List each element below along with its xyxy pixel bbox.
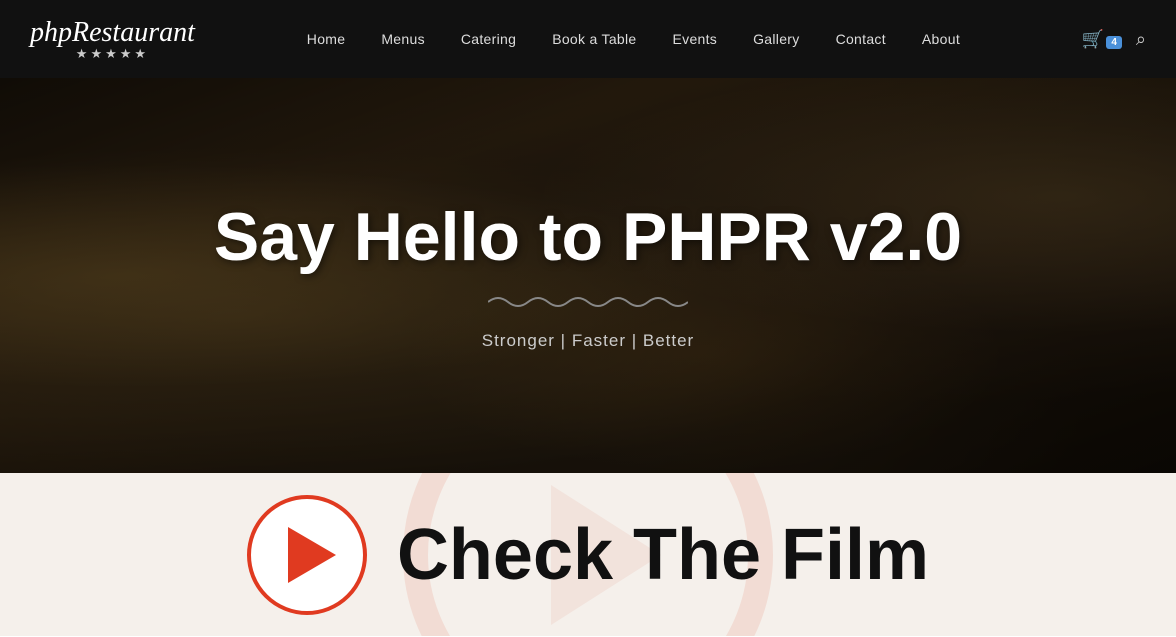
play-button[interactable] bbox=[247, 495, 367, 615]
hero-squiggle bbox=[214, 291, 962, 319]
cta-text: Check The Film bbox=[397, 519, 929, 591]
search-icon[interactable]: ⌕ bbox=[1136, 29, 1146, 50]
hero-title: Say Hello to PHPR v2.0 bbox=[214, 200, 962, 275]
nav-home[interactable]: Home bbox=[289, 31, 364, 47]
site-header: phpRestaurant ★★★★★ Home Menus Catering … bbox=[0, 0, 1176, 78]
nav-events[interactable]: Events bbox=[655, 31, 736, 47]
nav-book-table[interactable]: Book a Table bbox=[534, 31, 654, 47]
logo[interactable]: phpRestaurant ★★★★★ bbox=[30, 19, 195, 60]
main-nav: Home Menus Catering Book a Table Events … bbox=[289, 31, 978, 47]
cart-icon[interactable]: 🛒4 bbox=[1082, 29, 1122, 50]
nav-contact[interactable]: Contact bbox=[818, 31, 904, 47]
nav-icons: 🛒4 ⌕ bbox=[1082, 29, 1146, 50]
hero-subtitle: Stronger | Faster | Better bbox=[214, 331, 962, 351]
cart-badge: 4 bbox=[1106, 36, 1122, 49]
logo-stars: ★★★★★ bbox=[30, 47, 195, 60]
cta-section: Check The Film bbox=[0, 473, 1176, 636]
hero-content: Say Hello to PHPR v2.0 Stronger | Faster… bbox=[214, 200, 962, 351]
hero-section: Say Hello to PHPR v2.0 Stronger | Faster… bbox=[0, 78, 1176, 473]
nav-catering[interactable]: Catering bbox=[443, 31, 534, 47]
nav-gallery[interactable]: Gallery bbox=[735, 31, 817, 47]
play-triangle-icon bbox=[288, 527, 336, 583]
nav-about[interactable]: About bbox=[904, 31, 978, 47]
logo-text: phpRestaurant bbox=[30, 17, 195, 48]
nav-menus[interactable]: Menus bbox=[363, 31, 443, 47]
